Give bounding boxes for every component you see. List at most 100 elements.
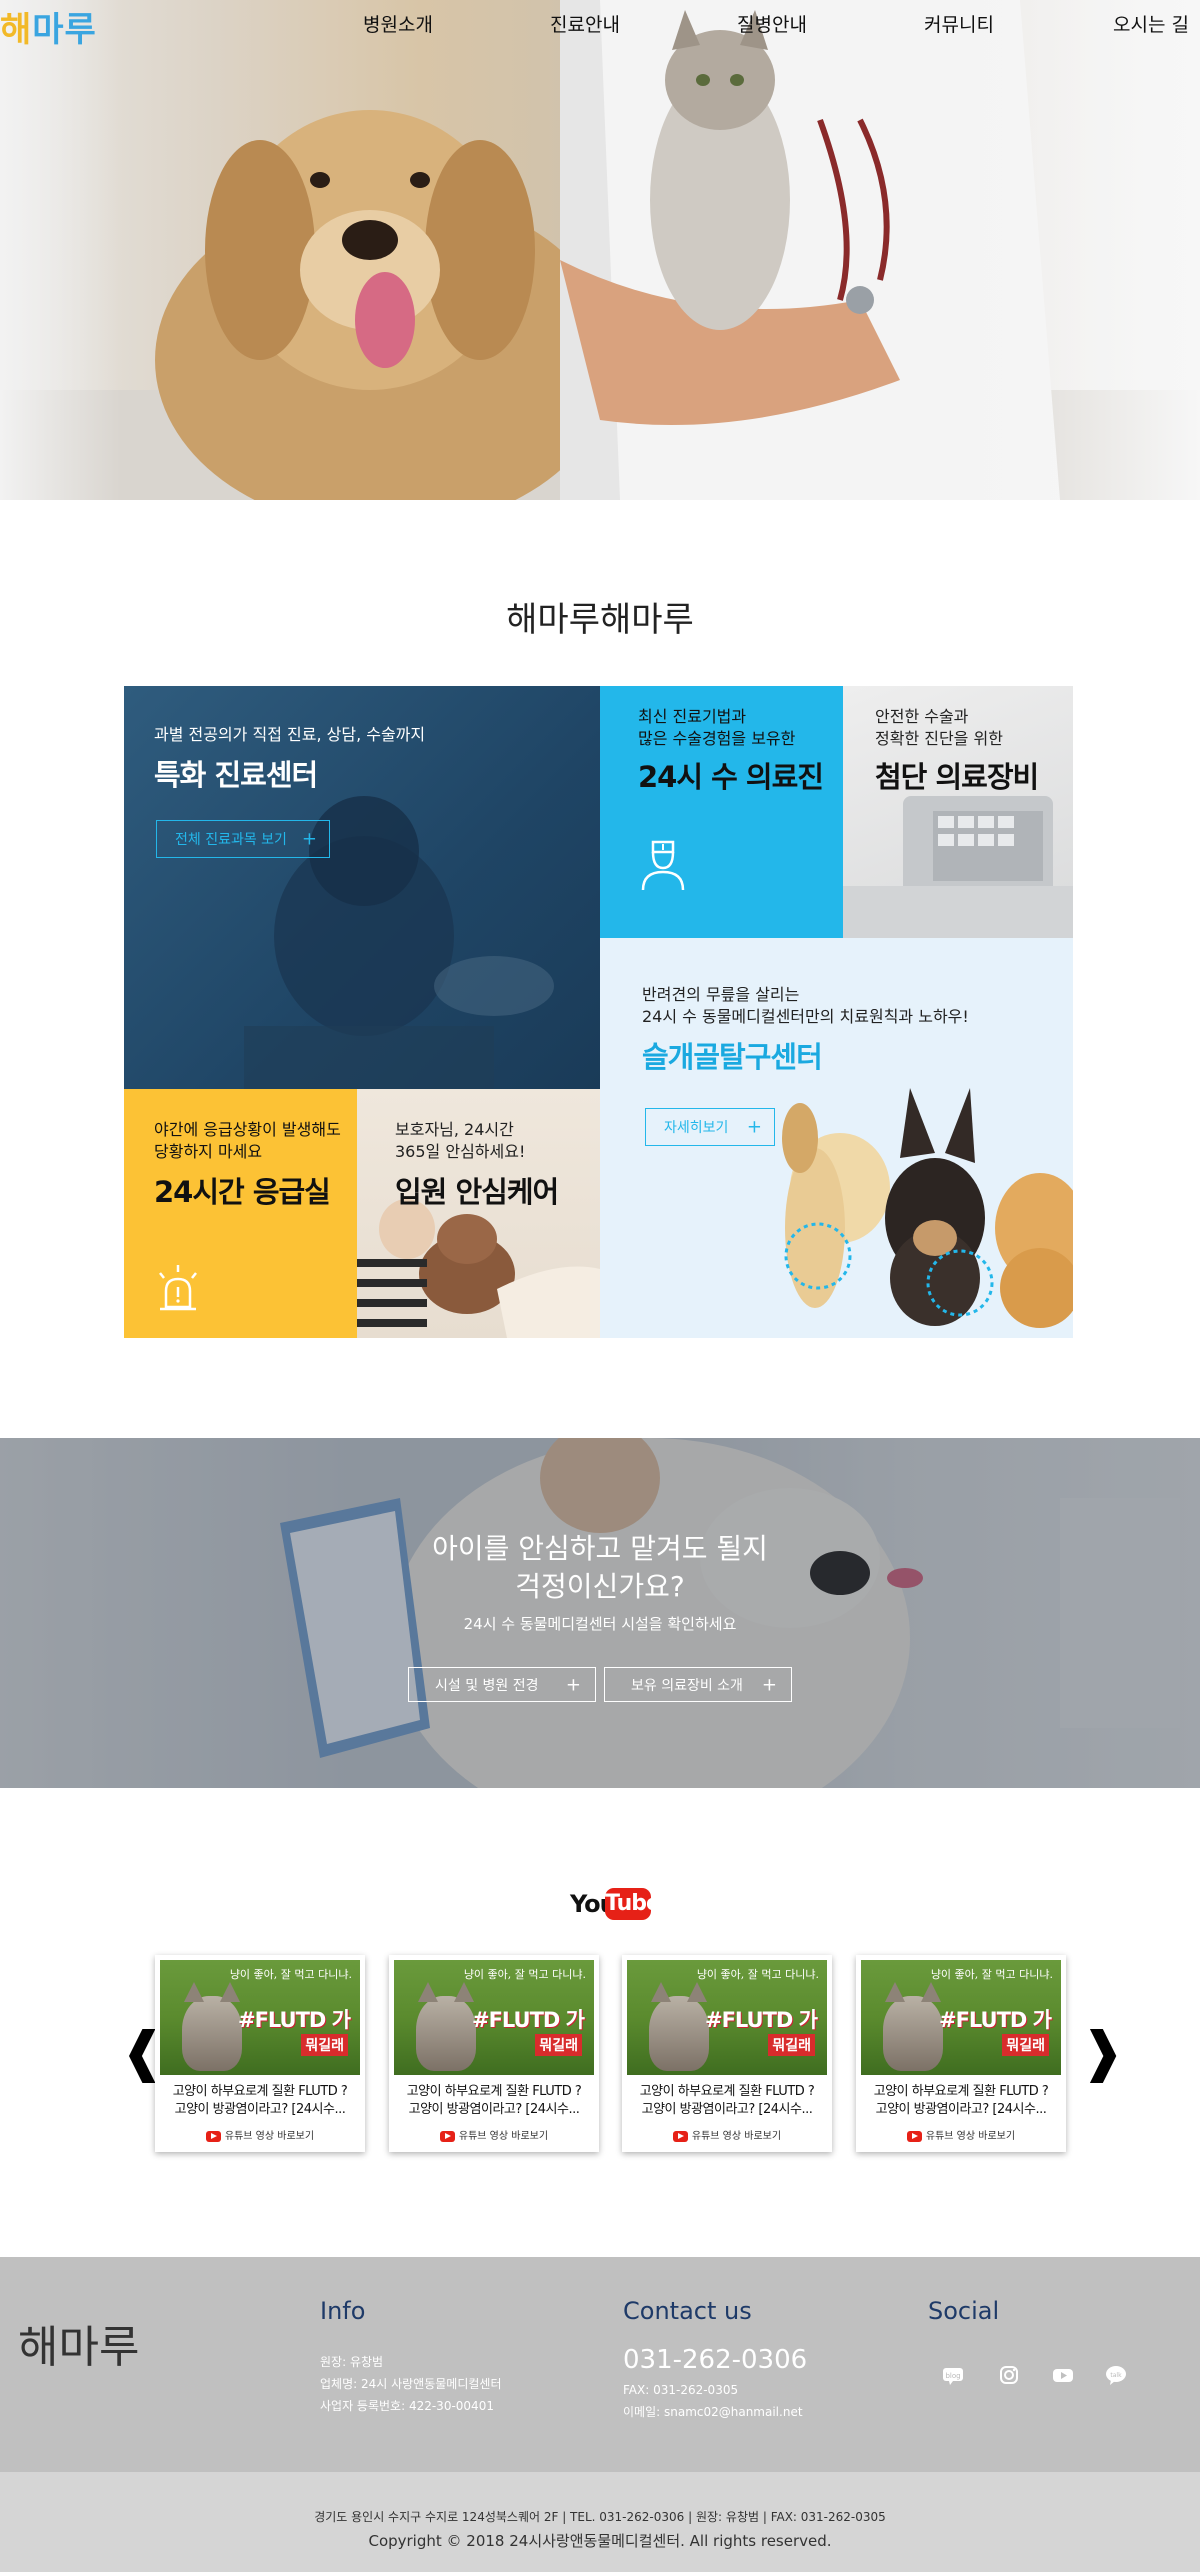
svg-text:blog: blog xyxy=(945,2372,960,2380)
video-title: 고양이 하부요로계 질환 FLUTD ? 고양이 방광염이라고? [24시수... xyxy=(639,2084,815,2117)
facility-view-button[interactable]: 시설 및 병원 전경 + xyxy=(408,1667,596,1702)
cat-image xyxy=(649,1996,709,2071)
nav-item-directions[interactable]: 오시는 길 xyxy=(1113,10,1189,37)
svg-text:talk: talk xyxy=(1110,2372,1122,2379)
hero-banner xyxy=(0,0,1200,500)
tile-equipment[interactable]: 안전한 수술과 정확한 진단을 위한 첨단 의료장비 xyxy=(843,686,1073,938)
cat-image xyxy=(182,1996,242,2071)
thumb-caption: 냥이 좋아, 잘 먹고 다니냐. xyxy=(229,1968,352,1981)
video-thumbnail[interactable]: 냥이 좋아, 잘 먹고 다니냐. #FLUTD 가 뭐길래 xyxy=(627,1960,827,2075)
copyright-bar: 경기도 용인시 수지구 수지로 124성북스퀘어 2F | TEL. 031-2… xyxy=(0,2472,1200,2572)
h24-sub1: 최신 진료기법과 xyxy=(638,707,747,726)
video-card[interactable]: 냥이 좋아, 잘 먹고 다니냐. #FLUTD 가 뭐길래 고양이 하부요로계 … xyxy=(856,1955,1066,2152)
nav-item-treatment[interactable]: 진료안내 xyxy=(550,10,620,37)
thumb-headline: #FLUTD 가 xyxy=(938,2008,1052,2032)
video-card[interactable]: 냥이 좋아, 잘 먹고 다니냐. #FLUTD 가 뭐길래 고양이 하부요로계 … xyxy=(622,1955,832,2152)
plus-icon: + xyxy=(565,1674,581,1695)
nav-item-community[interactable]: 커뮤니티 xyxy=(924,10,994,37)
video-link[interactable]: 유튜브 영상 바로보기 xyxy=(389,2127,599,2142)
thumb-headline: #FLUTD 가 xyxy=(704,2008,818,2032)
video-link[interactable]: 유튜브 영상 바로보기 xyxy=(155,2127,365,2142)
service-grid: 과별 전공의가 직접 진료, 상담, 수술까지 특화 진료센터 전체 진료과목 … xyxy=(124,686,1073,1338)
equipment-intro-label: 보유 의료장비 소개 xyxy=(631,1677,743,1694)
plus-icon: + xyxy=(746,1116,762,1138)
video-title: 고양이 하부요로계 질환 FLUTD ? 고양이 방광염이라고? [24시수... xyxy=(172,2084,348,2117)
knee-sub1: 반려견의 무릎을 살리는 xyxy=(642,985,800,1004)
tile-patella-center[interactable]: 반려견의 무릎을 살리는 24시 수 동물메디컬센터만의 치료원칙과 노하우! … xyxy=(600,938,1073,1338)
video-title: 고양이 하부요로계 질환 FLUTD ? 고양이 방광염이라고? [24시수... xyxy=(406,2084,582,2117)
youtube-play-icon xyxy=(672,2130,688,2142)
youtube-logo: You Tube xyxy=(570,1888,661,1920)
video-thumbnail[interactable]: 냥이 좋아, 잘 먹고 다니냐. #FLUTD 가 뭐길래 xyxy=(861,1960,1061,2075)
thumb-headline: #FLUTD 가 xyxy=(471,2008,585,2032)
equipment-intro-button[interactable]: 보유 의료장비 소개 + xyxy=(604,1667,792,1702)
footer-info-company: 업체명: 24시 사랑앤동물메디컬센터 xyxy=(320,2377,502,2391)
facility-banner: 아이를 안심하고 맡겨도 될지 걱정이신가요? 24시 수 동물메디컬센터 시설… xyxy=(0,1438,1200,1788)
all-departments-label: 전체 진료과목 보기 xyxy=(175,832,287,848)
tile-24h-staff[interactable]: 최신 진료기법과 많은 수술경험을 보유한 24시 수 의료진 xyxy=(600,686,843,938)
video-card[interactable]: 냥이 좋아, 잘 먹고 다니냐. #FLUTD 가 뭐길래 고양이 하부요로계 … xyxy=(389,1955,599,2152)
footer-address: 경기도 용인시 수지구 수지로 124성북스퀘어 2F | TEL. 031-2… xyxy=(314,2510,886,2524)
equip-title: 첨단 의료장비 xyxy=(875,760,1039,794)
thumb-caption: 냥이 좋아, 잘 먹고 다니냐. xyxy=(696,1968,819,1981)
special-title: 특화 진료센터 xyxy=(154,758,318,792)
footer-phone[interactable]: 031-262-0306 xyxy=(623,2345,807,2375)
instagram-icon[interactable] xyxy=(996,2362,1022,2388)
banner-title-line1: 아이를 안심하고 맡겨도 될지 xyxy=(432,1532,768,1565)
footer-info-director: 원장: 유창범 xyxy=(320,2355,384,2369)
footer-info-lines: 원장: 유창범 업체명: 24시 사랑앤동물메디컬센터 사업자 등록번호: 42… xyxy=(320,2351,502,2417)
knee-title: 슬개골탈구센터 xyxy=(642,1040,823,1074)
footer-logo: 해마루 xyxy=(18,2322,140,2373)
tile-special-center[interactable]: 과별 전공의가 직접 진료, 상담, 수술까지 특화 진료센터 전체 진료과목 … xyxy=(124,686,600,1089)
emer-sub2: 당황하지 마세요 xyxy=(154,1142,263,1161)
poodle-image xyxy=(244,796,554,1089)
video-card[interactable]: 냥이 좋아, 잘 먹고 다니냐. #FLUTD 가 뭐길래 고양이 하부요로계 … xyxy=(155,1955,365,2152)
footer-email[interactable]: 이메일: snamc02@hanmail.net xyxy=(623,2401,803,2423)
tile-emergency[interactable]: 야간에 응급상황이 발생해도 당황하지 마세요 24시간 응급실 xyxy=(124,1089,357,1338)
footer-contact-heading: Contact us xyxy=(623,2297,752,2325)
all-departments-button[interactable]: 전체 진료과목 보기 + xyxy=(156,820,330,858)
knee-details-button[interactable]: 자세히보기 + xyxy=(645,1108,775,1146)
thumb-headline: #FLUTD 가 xyxy=(237,2008,351,2032)
thumb-headline-2: 뭐길래 xyxy=(768,2034,815,2056)
knee-details-label: 자세히보기 xyxy=(664,1120,729,1136)
thumb-caption: 냥이 좋아, 잘 먹고 다니냐. xyxy=(463,1968,586,1981)
thumb-caption: 냥이 좋아, 잘 먹고 다니냐. xyxy=(930,1968,1053,1981)
video-link[interactable]: 유튜브 영상 바로보기 xyxy=(856,2127,1066,2142)
special-sub: 과별 전공의가 직접 진료, 상담, 수술까지 xyxy=(154,725,426,744)
knee-sub2: 24시 수 동물메디컬센터만의 치료원칙과 노하우! xyxy=(642,1007,969,1026)
h24-sub2: 많은 수술경험을 보유한 xyxy=(638,729,796,748)
blog-icon[interactable]: blog xyxy=(940,2362,966,2388)
video-thumbnail[interactable]: 냥이 좋아, 잘 먹고 다니냐. #FLUTD 가 뭐길래 xyxy=(394,1960,594,2075)
h24-title: 24시 수 의료진 xyxy=(638,760,824,794)
video-title: 고양이 하부요로계 질환 FLUTD ? 고양이 방광염이라고? [24시수... xyxy=(873,2084,1049,2117)
siren-icon xyxy=(159,1265,197,1311)
footer-fax: FAX: 031-262-0305 xyxy=(623,2383,739,2397)
youtube-icon[interactable] xyxy=(1050,2362,1076,2388)
footer: 해마루 Info 원장: 유창범 업체명: 24시 사랑앤동물메디컬센터 사업자… xyxy=(0,2257,1200,2472)
inpat-sub2: 365일 안심하세요! xyxy=(395,1142,526,1161)
footer-info-bizno: 사업자 등록번호: 422-30-00401 xyxy=(320,2399,494,2413)
video-thumbnail[interactable]: 냥이 좋아, 잘 먹고 다니냐. #FLUTD 가 뭐길래 xyxy=(160,1960,360,2075)
thumb-headline-2: 뭐길래 xyxy=(535,2034,582,2056)
carousel-next-button[interactable]: ❱ xyxy=(1080,2020,1125,2083)
emer-title: 24시간 응급실 xyxy=(154,1175,331,1209)
equip-sub2: 정확한 진단을 위한 xyxy=(875,729,1003,748)
nav-item-disease[interactable]: 질병안내 xyxy=(737,10,807,37)
nav-item-about[interactable]: 병원소개 xyxy=(363,10,433,37)
facility-view-label: 시설 및 병원 전경 xyxy=(435,1677,539,1694)
thumb-headline-2: 뭐길래 xyxy=(1002,2034,1049,2056)
footer-copyright: Copyright © 2018 24시사랑앤동물메디컬센터. All righ… xyxy=(368,2532,832,2550)
talk-icon[interactable]: talk xyxy=(1103,2362,1129,2388)
thumb-headline-2: 뭐길래 xyxy=(301,2034,348,2056)
banner-subtitle: 24시 수 동물메디컬센터 시설을 확인하세요 xyxy=(463,1615,737,1633)
footer-contact-lines: FAX: 031-262-0305 이메일: snamc02@hanmail.n… xyxy=(623,2379,803,2423)
youtube-logo-tube: Tube xyxy=(605,1888,661,1920)
tile-inpatient[interactable]: 보호자님, 24시간 365일 안심하세요! 입원 안심케어 xyxy=(357,1089,600,1338)
section-title: 해마루해마루 xyxy=(506,600,694,640)
youtube-play-icon xyxy=(906,2130,922,2142)
main-nav: 병원소개 진료안내 질병안내 커뮤니티 오시는 길 xyxy=(0,10,1200,40)
footer-info-heading: Info xyxy=(320,2297,366,2325)
inpat-sub1: 보호자님, 24시간 xyxy=(395,1120,514,1139)
video-link[interactable]: 유튜브 영상 바로보기 xyxy=(622,2127,832,2142)
